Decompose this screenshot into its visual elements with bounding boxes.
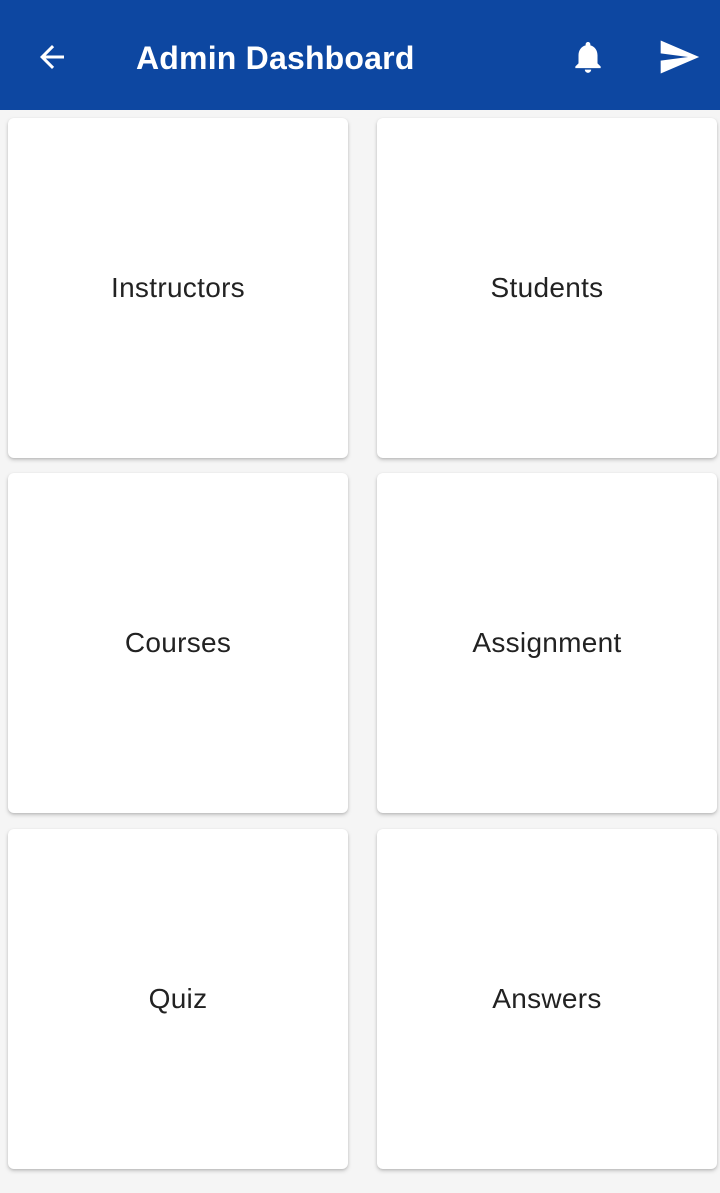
tile-quiz[interactable]: Quiz: [8, 829, 348, 1169]
tile-label: Courses: [124, 627, 232, 658]
tile-label: Answers: [492, 983, 602, 1014]
send-icon: [660, 40, 700, 74]
tile-label: Quiz: [148, 983, 208, 1014]
back-button[interactable]: [30, 35, 74, 79]
tile-students[interactable]: Students: [377, 118, 717, 458]
bell-icon: [575, 41, 601, 73]
tile-courses[interactable]: Courses: [8, 473, 348, 813]
tile-label: Assignment: [472, 627, 622, 658]
send-button[interactable]: [654, 35, 704, 79]
tile-label: Students: [490, 272, 604, 303]
tile-answers[interactable]: Answers: [377, 829, 717, 1169]
back-arrow-icon: [40, 45, 64, 69]
app-bar: Admin Dashboard: [0, 0, 720, 110]
tile-label: Instructors: [110, 272, 245, 303]
notifications-button[interactable]: [566, 35, 610, 79]
tile-assignment[interactable]: Assignment: [377, 473, 717, 813]
tile-instructors[interactable]: Instructors: [8, 118, 348, 458]
page-title: Admin Dashboard: [136, 40, 415, 76]
